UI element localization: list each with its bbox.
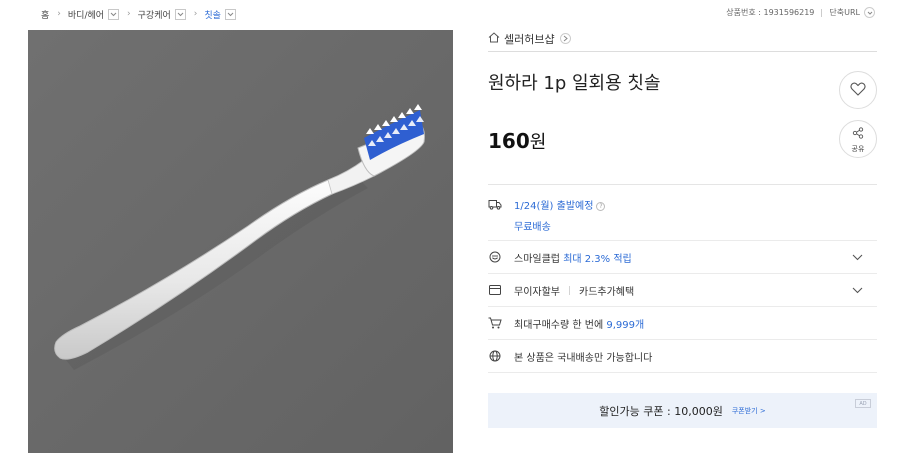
cart-icon	[488, 316, 502, 330]
chevron-down-icon[interactable]	[852, 286, 863, 297]
share-button[interactable]: 공유	[839, 120, 877, 158]
smile-icon	[488, 250, 502, 264]
chevron-down-icon[interactable]	[864, 7, 875, 18]
chevron-down-icon[interactable]	[224, 8, 236, 20]
breadcrumb-toothbrush-label[interactable]: 칫솔	[204, 8, 221, 21]
globe-icon	[488, 349, 502, 363]
smileclub-row[interactable]: 스마일클럽 최대 2.3% 적립	[488, 241, 877, 274]
max-purchase-row: 최대구매수량 한 번에 9,999개	[488, 307, 877, 340]
breadcrumb-home[interactable]: 홈	[41, 8, 49, 21]
breadcrumb-separator: ›	[57, 9, 61, 19]
free-shipping: 무료배송	[514, 222, 551, 233]
product-meta: 상품번호 : 1931596219 단축URL	[726, 7, 875, 18]
divider	[821, 8, 823, 17]
domestic-shipping-row: 본 상품은 국내배송만 가능합니다	[488, 340, 877, 373]
max-purchase-label: 최대구매수량 한 번에	[514, 319, 604, 331]
breadcrumb-toothbrush[interactable]: 칫솔	[204, 8, 236, 21]
coupon-banner[interactable]: 할인가능 쿠폰 : 10,000원 쿠폰받기 > AD	[488, 393, 877, 428]
installment-row[interactable]: 무이자할부 카드추가혜택	[488, 274, 877, 307]
product-title: 원하라 1p 일회용 칫솔	[488, 73, 661, 94]
smileclub-benefit: 최대 2.3% 적립	[563, 253, 632, 265]
breadcrumb-oral-care-label[interactable]: 구강케어	[138, 8, 171, 21]
toothbrush-illustration	[28, 30, 453, 453]
price-unit: 원	[529, 132, 547, 153]
short-url-button[interactable]: 단축URL	[829, 7, 860, 18]
product-image	[28, 30, 453, 453]
chevron-down-icon[interactable]	[174, 8, 186, 20]
breadcrumb-separator: ›	[193, 9, 198, 19]
coupon-label: 할인가능 쿠폰 : 10,000원	[599, 404, 723, 418]
coupon-download-link[interactable]: 쿠폰받기 >	[732, 406, 766, 416]
home-icon	[488, 31, 500, 46]
share-icon	[852, 124, 864, 143]
smileclub-label: 스마일클럽	[514, 253, 560, 265]
price-value: 160	[488, 129, 530, 153]
wishlist-button[interactable]	[839, 71, 877, 109]
share-label: 공유	[851, 145, 865, 153]
chevron-right-icon[interactable]	[559, 33, 571, 44]
shipping-info: 1/24(월) 출발예정? 무료배송	[514, 197, 606, 233]
ad-badge: AD	[855, 399, 871, 408]
card-icon	[488, 283, 502, 297]
benefit-list: 1/24(월) 출발예정? 무료배송 스마일클럽 최대 2.3% 적립 무이자할…	[488, 184, 877, 373]
max-purchase-value: 9,999개	[606, 319, 645, 331]
chevron-down-icon[interactable]	[108, 8, 120, 20]
shipping-date: 1/24(월) 출발예정	[514, 201, 594, 212]
divider	[569, 285, 570, 295]
breadcrumb: 홈 › 바디/헤어 › 구강케어 › 칫솔	[41, 7, 236, 21]
product-number: 상품번호 : 1931596219	[726, 8, 815, 17]
installment-label: 무이자할부	[514, 286, 560, 298]
seller-link[interactable]: 셀러허브샵	[488, 28, 877, 52]
chevron-down-icon[interactable]	[852, 253, 863, 264]
product-info-panel: 셀러허브샵 원하라 1p 일회용 칫솔 160원 공유 1/24(월) 출발예정…	[488, 28, 877, 428]
breadcrumb-oral-care[interactable]: 구강케어	[138, 8, 186, 21]
breadcrumb-body-hair-label[interactable]: 바디/헤어	[68, 8, 104, 21]
help-icon[interactable]: ?	[596, 201, 606, 211]
shipping-row: 1/24(월) 출발예정? 무료배송	[488, 185, 877, 241]
card-benefit-label: 카드추가혜택	[579, 286, 635, 298]
domestic-shipping-label: 본 상품은 국내배송만 가능합니다	[514, 352, 653, 364]
price: 160원	[488, 128, 546, 154]
breadcrumb-separator: ›	[127, 9, 131, 19]
truck-icon	[488, 197, 502, 211]
breadcrumb-body-hair[interactable]: 바디/헤어	[68, 8, 120, 21]
heart-icon	[850, 81, 866, 100]
seller-name[interactable]: 셀러허브샵	[504, 31, 555, 47]
breadcrumb-home-label[interactable]: 홈	[41, 8, 49, 21]
